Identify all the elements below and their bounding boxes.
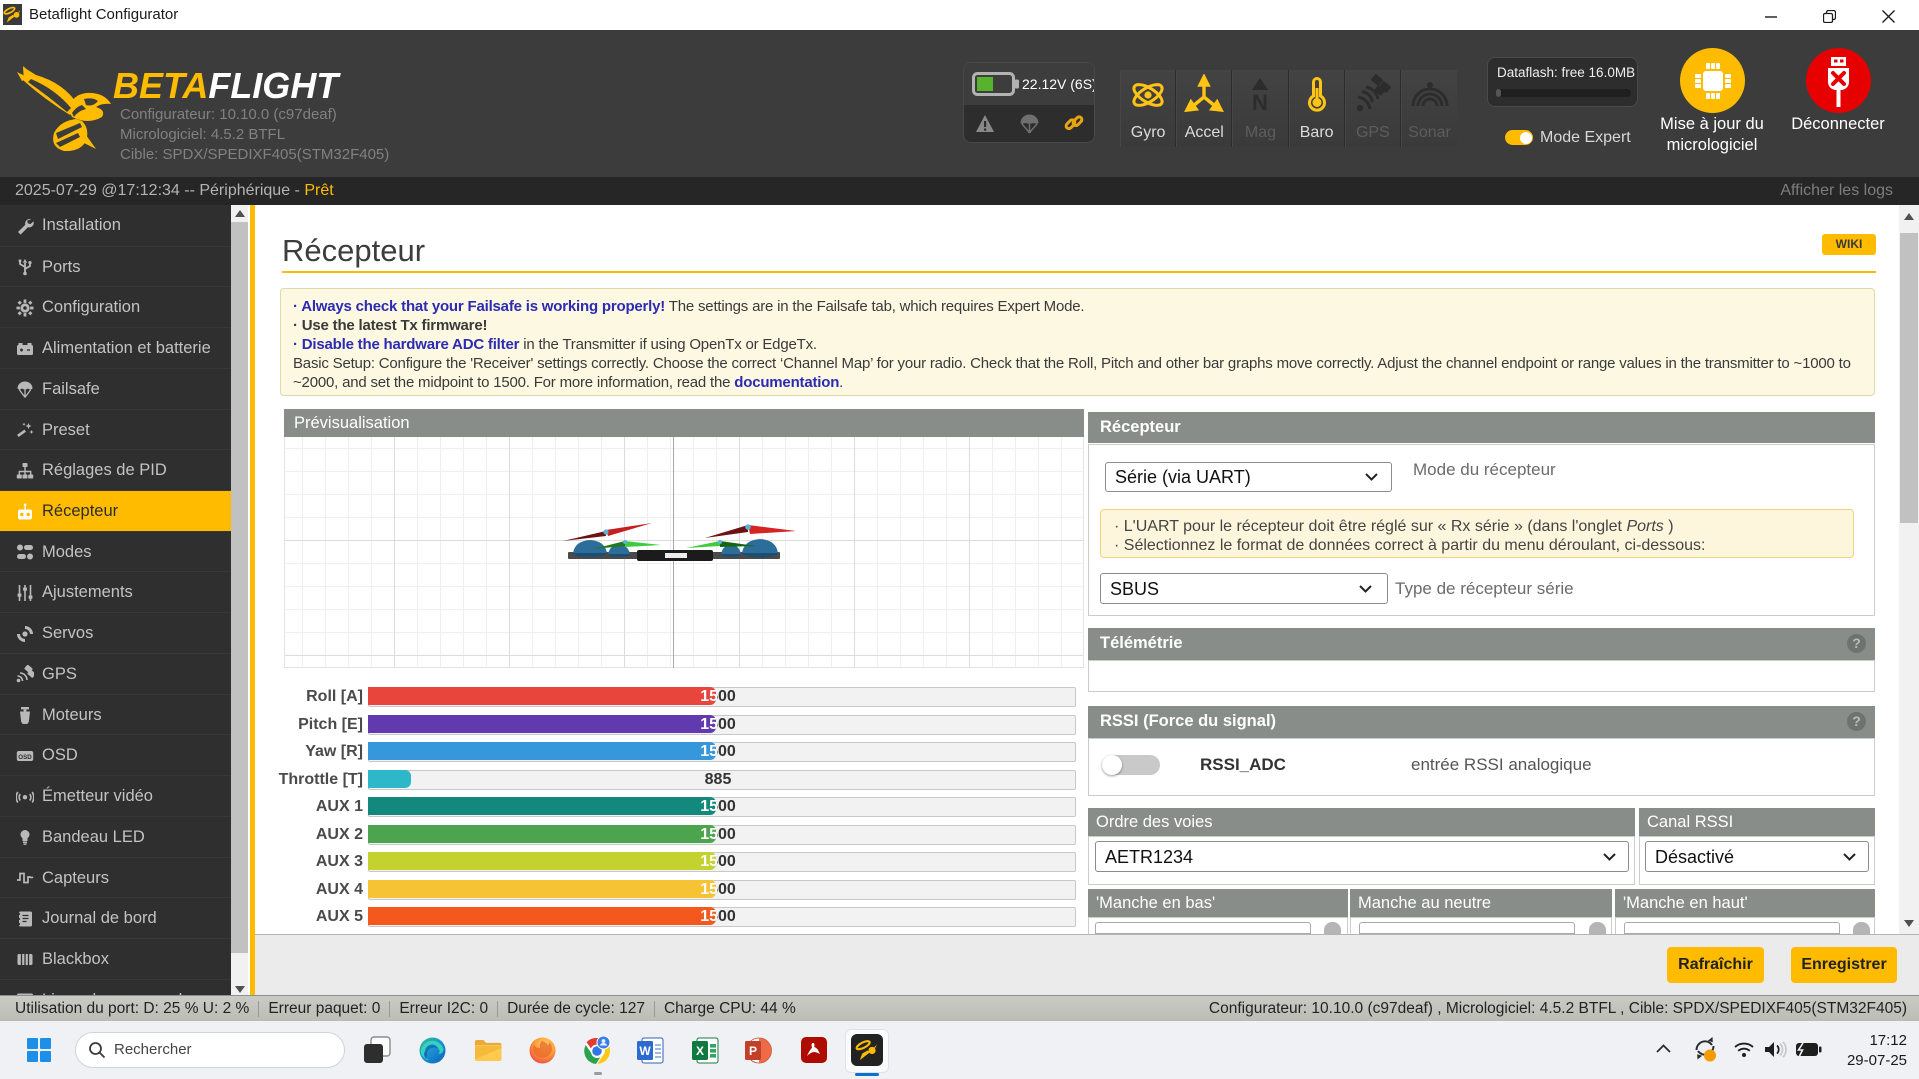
svg-text:P: P [749, 1044, 757, 1058]
svg-text:X: X [696, 1044, 704, 1058]
svg-text:W: W [639, 1044, 651, 1058]
svg-text:OSD: OSD [18, 754, 32, 761]
svg-text:N: N [1253, 90, 1269, 115]
